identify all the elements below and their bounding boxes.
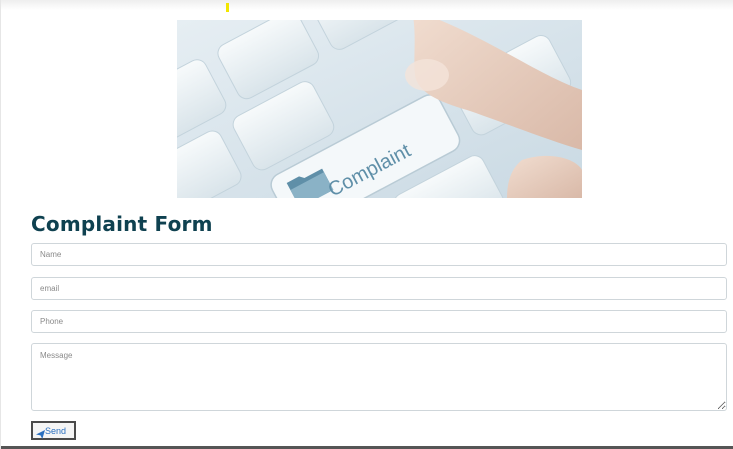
form-title: Complaint Form <box>31 212 213 236</box>
name-input[interactable] <box>31 243 727 266</box>
highlight-marker <box>226 3 229 12</box>
keyboard-illustration: Complaint ctrl alt <box>177 20 582 198</box>
top-shadow <box>1 0 733 10</box>
send-label: Send <box>45 425 67 436</box>
complaint-page: Complaint ctrl alt Complaint Form Send <box>0 0 733 449</box>
phone-input[interactable] <box>31 310 727 333</box>
message-textarea[interactable] <box>31 343 727 411</box>
send-button[interactable]: Send <box>31 421 76 440</box>
email-input[interactable] <box>31 277 727 300</box>
paper-plane-icon <box>36 426 45 439</box>
hero-image: Complaint ctrl alt <box>177 20 582 198</box>
